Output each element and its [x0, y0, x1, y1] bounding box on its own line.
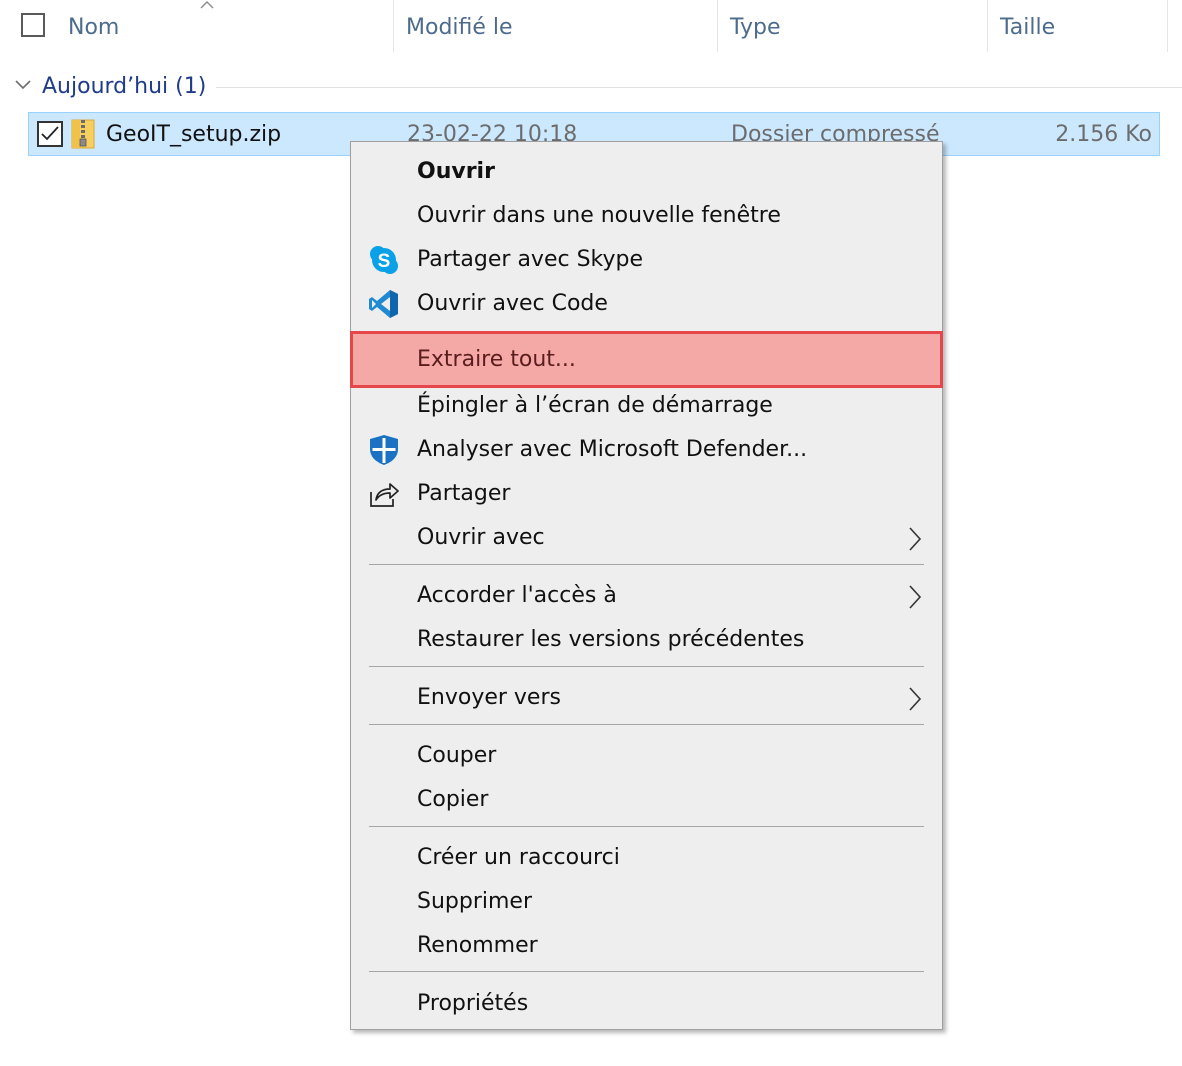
menu-item-properties[interactable]: Propriétés	[351, 982, 942, 1026]
menu-item-send-to[interactable]: Envoyer vers	[351, 676, 942, 720]
menu-separator	[369, 666, 924, 667]
menu-item-open-with-code[interactable]: Ouvrir avec Code	[351, 282, 942, 326]
column-header: Nom Modifié le Type Taille	[0, 0, 1182, 56]
menu-item-share-skype[interactable]: S Partager avec Skype	[351, 238, 942, 282]
column-name-header[interactable]: Nom	[68, 0, 119, 52]
skype-icon: S	[370, 246, 398, 274]
menu-item-create-shortcut[interactable]: Créer un raccourci	[351, 836, 942, 880]
menu-item-extract-all[interactable]: Extraire tout...	[350, 331, 943, 388]
column-modified-header[interactable]: Modifié le	[406, 0, 513, 52]
checkmark-icon	[41, 126, 59, 141]
menu-item-label: Créer un raccourci	[417, 845, 620, 870]
vscode-icon	[369, 290, 398, 318]
zip-folder-icon	[71, 119, 95, 149]
column-divider[interactable]	[987, 0, 988, 52]
group-label: Aujourd’hui (1)	[42, 74, 207, 99]
group-divider	[216, 87, 1182, 88]
menu-item-label: Restaurer les versions précédentes	[417, 627, 805, 652]
menu-item-label: Envoyer vers	[417, 685, 561, 710]
menu-item-scan-defender[interactable]: Analyser avec Microsoft Defender...	[351, 428, 942, 472]
menu-item-label: Propriétés	[417, 991, 529, 1016]
group-header-today[interactable]: Aujourd’hui (1)	[0, 66, 1182, 108]
menu-item-label: Ouvrir dans une nouvelle fenêtre	[417, 203, 781, 228]
menu-item-label: Partager	[417, 481, 511, 506]
file-size: 2.156 Ko	[1055, 122, 1152, 147]
file-name: GeoIT_setup.zip	[106, 122, 282, 147]
menu-item-label: Supprimer	[417, 889, 533, 914]
menu-item-label: Renommer	[417, 933, 538, 958]
share-icon	[370, 483, 399, 507]
menu-separator	[369, 564, 924, 565]
menu-item-label: Ouvrir avec Code	[417, 291, 608, 316]
menu-item-label: Épingler à l’écran de démarrage	[417, 393, 773, 418]
menu-item-copy[interactable]: Copier	[351, 778, 942, 822]
chevron-right-icon	[909, 527, 922, 551]
column-divider[interactable]	[393, 0, 394, 52]
menu-item-pin-to-start[interactable]: Épingler à l’écran de démarrage	[351, 384, 942, 428]
menu-item-label: Ouvrir	[417, 159, 495, 184]
menu-item-open-with[interactable]: Ouvrir avec	[351, 516, 942, 560]
chevron-right-icon	[909, 687, 922, 711]
context-menu: Ouvrir Ouvrir dans une nouvelle fenêtre …	[350, 141, 943, 1030]
menu-separator	[369, 826, 924, 827]
menu-item-label: Couper	[417, 743, 497, 768]
menu-item-delete[interactable]: Supprimer	[351, 880, 942, 924]
sort-ascending-icon	[200, 1, 214, 9]
menu-item-label: Copier	[417, 787, 489, 812]
menu-item-share[interactable]: Partager	[351, 472, 942, 516]
menu-item-open[interactable]: Ouvrir	[351, 150, 942, 194]
column-size-header[interactable]: Taille	[1000, 0, 1055, 52]
column-divider[interactable]	[1167, 0, 1168, 52]
menu-item-restore-versions[interactable]: Restaurer les versions précédentes	[351, 618, 942, 662]
menu-item-cut[interactable]: Couper	[351, 734, 942, 778]
menu-item-give-access[interactable]: Accorder l'accès à	[351, 574, 942, 618]
chevron-down-icon[interactable]	[14, 78, 32, 92]
menu-item-open-new-window[interactable]: Ouvrir dans une nouvelle fenêtre	[351, 194, 942, 238]
menu-item-rename[interactable]: Renommer	[351, 924, 942, 968]
menu-item-label: Analyser avec Microsoft Defender...	[417, 437, 808, 462]
menu-item-label: Extraire tout...	[417, 347, 576, 372]
menu-separator	[369, 724, 924, 725]
column-divider[interactable]	[717, 0, 718, 52]
select-all-checkbox[interactable]	[21, 13, 45, 37]
menu-item-label: Accorder l'accès à	[417, 583, 617, 608]
file-checkbox[interactable]	[37, 121, 63, 147]
menu-item-label: Ouvrir avec	[417, 525, 545, 550]
menu-item-label: Partager avec Skype	[417, 247, 644, 272]
svg-text:S: S	[378, 251, 391, 272]
column-type-header[interactable]: Type	[730, 0, 781, 52]
menu-separator	[369, 971, 924, 972]
chevron-right-icon	[909, 585, 922, 609]
defender-shield-icon	[370, 435, 398, 465]
